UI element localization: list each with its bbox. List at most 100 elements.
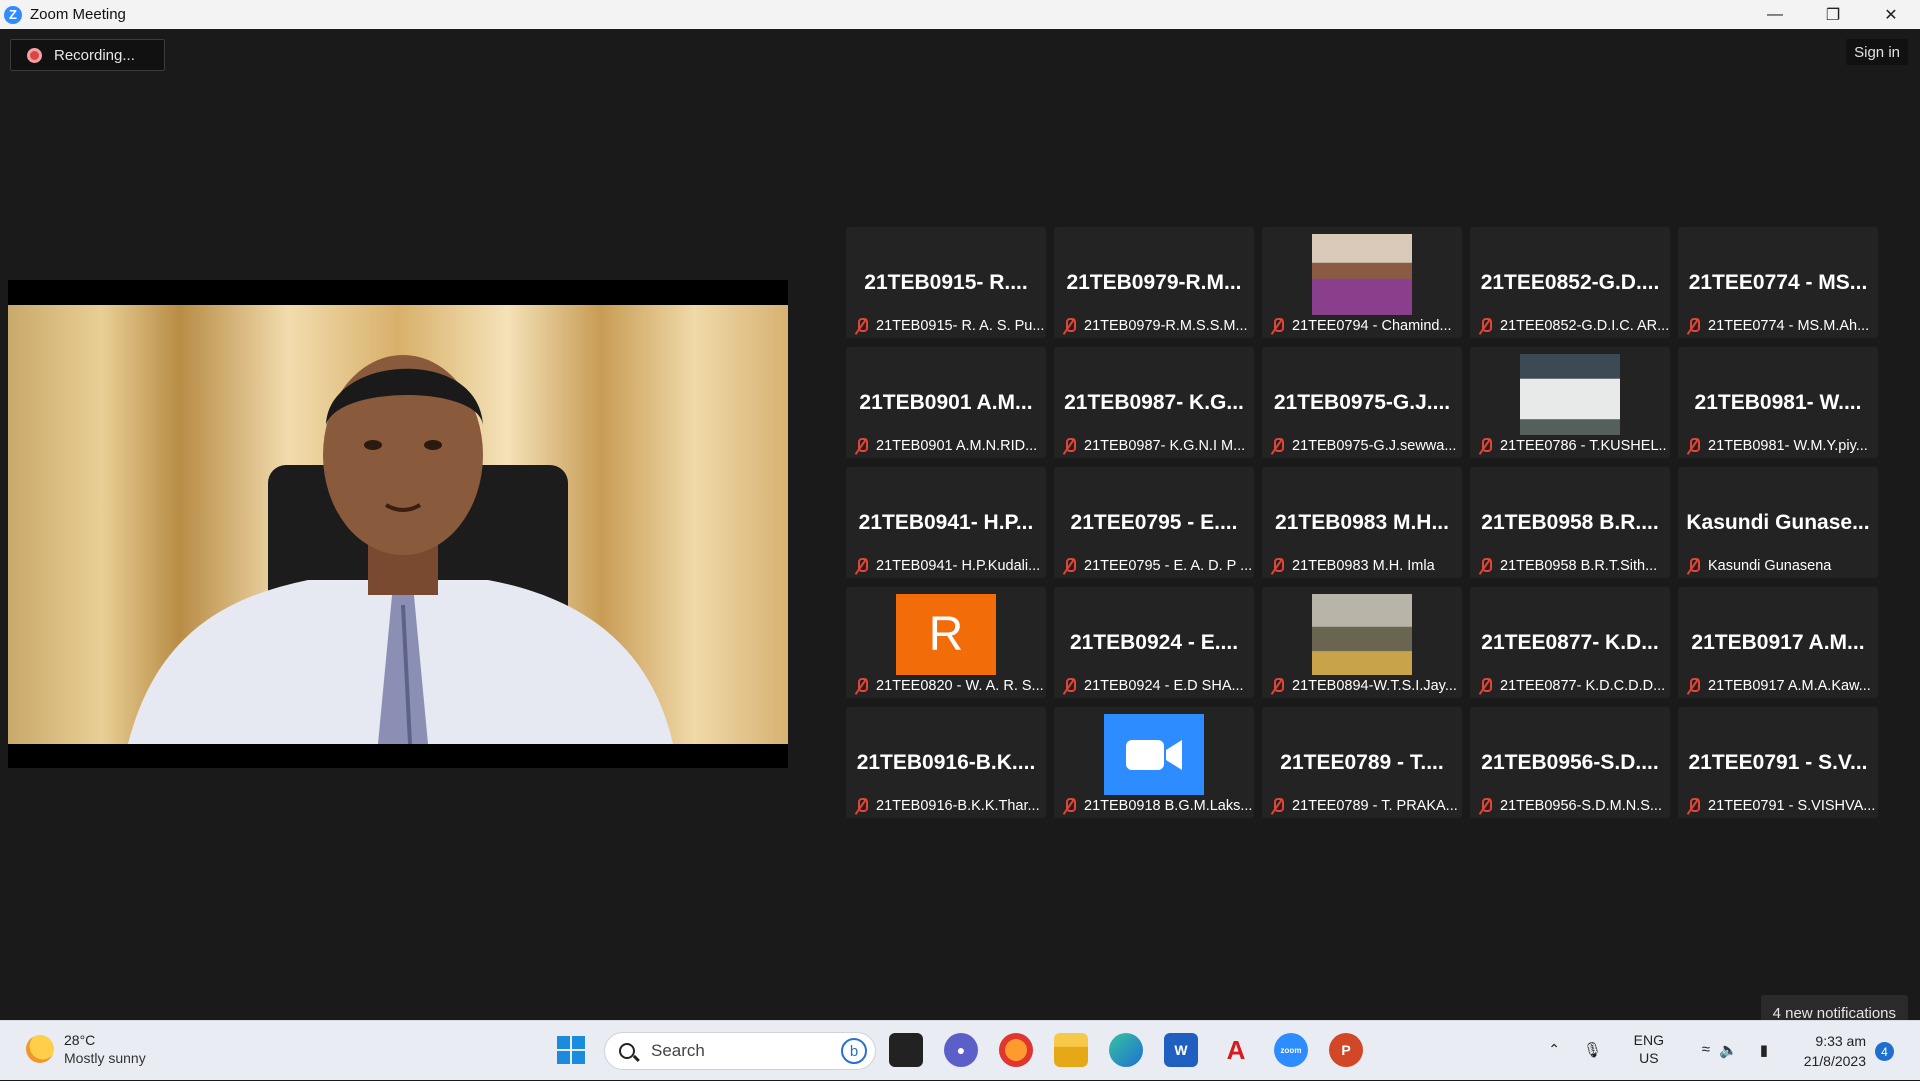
window-titlebar: Z Zoom Meeting — ❐ ✕ bbox=[0, 0, 1920, 29]
battery-icon[interactable]: ▮ bbox=[1760, 1041, 1768, 1059]
participant-name-label: 21TEB0983 M.H. Imla bbox=[1292, 558, 1435, 574]
participant-tile[interactable]: 21TEB0987- K.G... 21TEB0987- K.G.N.I M... bbox=[1054, 347, 1254, 458]
clock[interactable]: 9:33 am 21/8/2023 bbox=[1804, 1031, 1866, 1071]
participant-display-name: 21TEB0924 - E.... bbox=[1069, 631, 1239, 654]
mic-muted-icon bbox=[1270, 438, 1284, 454]
participant-display-name: 21TEE0774 - MS... bbox=[1688, 271, 1868, 294]
clock-date: 21/8/2023 bbox=[1803, 1053, 1866, 1069]
mic-muted-icon bbox=[1478, 798, 1492, 814]
mic-muted-icon bbox=[1686, 438, 1700, 454]
profile-photo bbox=[1520, 354, 1620, 435]
participant-name-label: 21TEB0987- K.G.N.I M... bbox=[1084, 438, 1246, 454]
wifi-icon[interactable]: ≈ bbox=[1702, 1041, 1710, 1058]
participant-tile[interactable]: 21TEB0941- H.P... 21TEB0941- H.P.Kudali..… bbox=[846, 467, 1046, 578]
participant-tile[interactable]: 21TEB0918 B.G.M.Laks... bbox=[1054, 707, 1254, 818]
language-indicator[interactable]: ENG US bbox=[1634, 1031, 1664, 1067]
participant-display-name: 21TEB0915- R.... bbox=[864, 271, 1028, 294]
participant-name-label: 21TEB0916-B.K.K.Thar... bbox=[876, 798, 1040, 814]
close-button[interactable]: ✕ bbox=[1862, 0, 1920, 29]
taskbar-search[interactable]: Search b bbox=[604, 1032, 876, 1070]
word-icon[interactable]: W bbox=[1164, 1033, 1198, 1067]
participant-name-bar: 21TEB0917 A.M.A.Kaw... bbox=[1682, 676, 1876, 696]
weather-condition: Mostly sunny bbox=[64, 1050, 146, 1066]
speaker-person-image bbox=[128, 355, 673, 744]
participant-tile[interactable]: 21TEB0915- R.... 21TEB0915- R. A. S. Pu..… bbox=[846, 227, 1046, 338]
participant-tile[interactable]: 21TEB0979-R.M... 21TEB0979-R.M.S.S.M... bbox=[1054, 227, 1254, 338]
zoom-app-icon: Z bbox=[4, 5, 22, 24]
bing-icon[interactable]: b bbox=[841, 1038, 867, 1064]
active-speaker-video[interactable] bbox=[8, 280, 788, 768]
mic-muted-icon bbox=[1686, 678, 1700, 694]
participant-tile[interactable]: 21TEE0789 - T.... 21TEE0789 - T. PRAKA... bbox=[1262, 707, 1462, 818]
participant-tile[interactable]: 21TEE0852-G.D.... 21TEE0852-G.D.I.C. AR..… bbox=[1470, 227, 1670, 338]
participant-tile[interactable]: 21TEB0958 B.R.... 21TEB0958 B.R.T.Sith... bbox=[1470, 467, 1670, 578]
participant-tile[interactable]: 21TEE0774 - MS... 21TEE0774 - MS.M.Ah... bbox=[1678, 227, 1878, 338]
participant-tile[interactable]: 21TEB0956-S.D.... 21TEB0956-S.D.M.N.S... bbox=[1470, 707, 1670, 818]
microphone-icon[interactable]: 🎙 bbox=[1583, 1041, 1602, 1059]
search-icon bbox=[619, 1043, 635, 1059]
participant-tile[interactable]: 21TEB0981- W.... 21TEB0981- W.M.Y.piy... bbox=[1678, 347, 1878, 458]
participant-name-label: 21TEE0794 - Chamind... bbox=[1292, 318, 1452, 334]
graduation-cap-photo bbox=[1312, 594, 1412, 675]
participant-tile[interactable]: 21TEB0983 M.H... 21TEB0983 M.H. Imla bbox=[1262, 467, 1462, 578]
edge-icon[interactable] bbox=[1109, 1033, 1143, 1067]
sign-in-button[interactable]: Sign in bbox=[1846, 39, 1908, 65]
recording-indicator[interactable]: Recording... bbox=[10, 39, 165, 71]
participant-name-label: 21TEB0924 - E.D SHA... bbox=[1084, 678, 1244, 694]
participant-name-bar: 21TEE0791 - S.VISHVA... bbox=[1682, 796, 1876, 816]
participant-tile[interactable]: 21TEB0901 A.M... 21TEB0901 A.M.N.RID... bbox=[846, 347, 1046, 458]
teams-chat-icon[interactable]: ● bbox=[944, 1033, 978, 1067]
participant-name-bar: 21TEB0916-B.K.K.Thar... bbox=[850, 796, 1044, 816]
participant-name-label: 21TEB0941- H.P.Kudali... bbox=[876, 558, 1041, 574]
participant-display-name: 21TEB0981- W.... bbox=[1694, 391, 1862, 414]
participant-tile[interactable]: 21TEB0924 - E.... 21TEB0924 - E.D SHA... bbox=[1054, 587, 1254, 698]
participant-name-bar: 21TEB0918 B.G.M.Laks... bbox=[1058, 796, 1252, 816]
speaker-video-frame bbox=[8, 305, 788, 744]
mic-muted-icon bbox=[854, 798, 868, 814]
participant-display-name: Kasundi Gunase... bbox=[1686, 511, 1870, 534]
profile-photo bbox=[1312, 234, 1412, 315]
participant-name-label: 21TEE0774 - MS.M.Ah... bbox=[1708, 318, 1870, 334]
restore-button[interactable]: ❐ bbox=[1804, 0, 1862, 29]
participant-name-bar: 21TEE0789 - T. PRAKA... bbox=[1266, 796, 1460, 816]
participant-tile[interactable]: 21TEE0795 - E.... 21TEE0795 - E. A. D. P … bbox=[1054, 467, 1254, 578]
windows-start-icon[interactable] bbox=[554, 1033, 588, 1067]
volume-icon[interactable]: 🔈 bbox=[1719, 1041, 1738, 1059]
participant-name-label: Kasundi Gunasena bbox=[1708, 558, 1832, 574]
participant-tile[interactable]: 21TEB0917 A.M... 21TEB0917 A.M.A.Kaw... bbox=[1678, 587, 1878, 698]
participant-display-name: 21TEB0987- K.G... bbox=[1064, 391, 1244, 414]
participant-tile[interactable]: Kasundi Gunase... Kasundi Gunasena bbox=[1678, 467, 1878, 578]
participant-name-label: 21TEB0975-G.J.sewwa... bbox=[1292, 438, 1457, 454]
task-view-icon[interactable] bbox=[889, 1033, 923, 1067]
participant-name-bar: Kasundi Gunasena bbox=[1682, 556, 1876, 576]
weather-widget[interactable]: 28°C Mostly sunny bbox=[26, 1031, 146, 1067]
notification-count-badge[interactable]: 4 bbox=[1875, 1042, 1894, 1061]
window-title: Zoom Meeting bbox=[30, 6, 126, 23]
participant-tile[interactable]: R 21TEE0820 - W. A. R. S... bbox=[846, 587, 1046, 698]
mic-muted-icon bbox=[854, 438, 868, 454]
participant-display-name: 21TEE0795 - E.... bbox=[1070, 511, 1238, 534]
file-explorer-icon[interactable] bbox=[1054, 1033, 1088, 1067]
participant-tile[interactable]: 21TEE0791 - S.V... 21TEE0791 - S.VISHVA..… bbox=[1678, 707, 1878, 818]
search-label: Search bbox=[651, 1041, 705, 1060]
zoom-taskbar-icon[interactable]: zoom bbox=[1274, 1033, 1308, 1067]
participant-tile[interactable]: 21TEB0916-B.K.... 21TEB0916-B.K.K.Thar... bbox=[846, 707, 1046, 818]
acrobat-icon[interactable]: A bbox=[1219, 1033, 1253, 1067]
participant-name-label: 21TEE0795 - E. A. D. P ... bbox=[1084, 558, 1252, 574]
firefox-icon[interactable] bbox=[999, 1033, 1033, 1067]
minimize-button[interactable]: — bbox=[1746, 0, 1804, 29]
participant-name-label: 21TEB0956-S.D.M.N.S... bbox=[1500, 798, 1662, 814]
participant-tile[interactable]: 21TEE0786 - T.KUSHEL... bbox=[1470, 347, 1670, 458]
powerpoint-icon[interactable]: P bbox=[1329, 1033, 1363, 1067]
participant-tile[interactable]: 21TEB0894-W.T.S.I.Jay... bbox=[1262, 587, 1462, 698]
participant-tile[interactable]: 21TEE0877- K.D... 21TEE0877- K.D.C.D.D... bbox=[1470, 587, 1670, 698]
language-region: US bbox=[1639, 1050, 1659, 1066]
mic-muted-icon bbox=[1062, 318, 1076, 334]
participant-tile[interactable]: 21TEB0975-G.J.... 21TEB0975-G.J.sewwa... bbox=[1262, 347, 1462, 458]
show-hidden-icons[interactable]: ⌃ bbox=[1548, 1041, 1560, 1058]
participant-name-bar: 21TEE0794 - Chamind... bbox=[1266, 316, 1460, 336]
mic-muted-icon bbox=[1270, 558, 1284, 574]
recording-label: Recording... bbox=[54, 46, 135, 64]
participant-display-name: 21TEB0917 A.M... bbox=[1691, 631, 1865, 654]
participant-tile[interactable]: 21TEE0794 - Chamind... bbox=[1262, 227, 1462, 338]
